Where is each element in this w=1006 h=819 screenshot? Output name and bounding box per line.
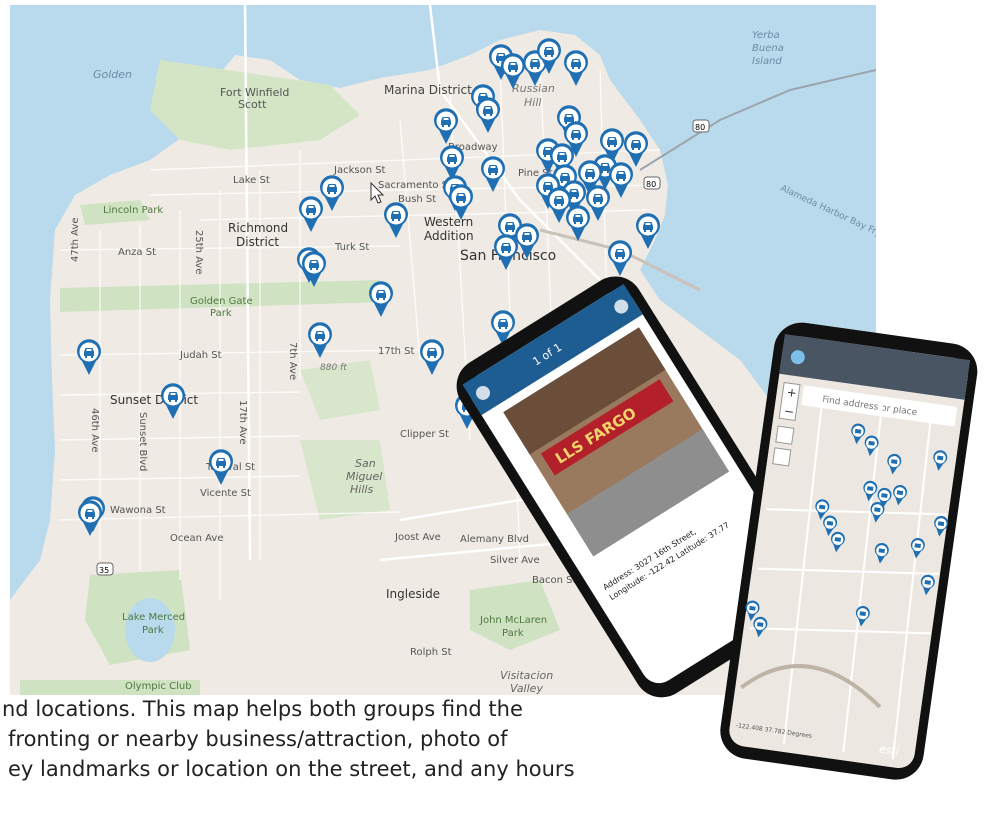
svg-text:Visitacion: Visitacion [500, 669, 553, 682]
caption-line-3: ey landmarks or location on the street, … [8, 757, 575, 781]
svg-text:Lake Merced: Lake Merced [122, 612, 185, 623]
svg-text:Hill: Hill [524, 96, 541, 109]
caption-line-1: nd locations. This map helps both groups… [2, 697, 523, 721]
svg-text:John McLaren: John McLaren [479, 615, 547, 626]
svg-text:Joost Ave: Joost Ave [394, 532, 441, 543]
svg-text:Ocean Ave: Ocean Ave [170, 533, 224, 544]
caption-line-2: fronting or nearby business/attraction, … [8, 727, 508, 751]
locate-icon [772, 447, 792, 467]
hwy-35-shield: 35 [96, 562, 114, 576]
hwy-80-shield: 80 [692, 119, 710, 133]
svg-text:Judah St: Judah St [179, 350, 222, 361]
label-sunset: Sunset District [110, 393, 198, 407]
svg-text:880 ft: 880 ft [320, 363, 347, 373]
label-lincoln-park: Lincoln Park [103, 205, 163, 216]
label-marina: Marina District [384, 83, 472, 97]
svg-text:80: 80 [695, 123, 705, 132]
svg-text:Rolph St: Rolph St [410, 647, 452, 658]
svg-text:+: + [786, 385, 798, 400]
description-text: nd locations. This map helps both groups… [0, 694, 690, 784]
svg-text:Clipper St: Clipper St [400, 429, 449, 440]
svg-text:Miguel: Miguel [346, 470, 382, 483]
svg-text:Silver Ave: Silver Ave [490, 555, 540, 566]
svg-text:Park: Park [502, 628, 524, 639]
label-richmond: Richmond [228, 221, 288, 235]
svg-text:25th Ave: 25th Ave [193, 230, 204, 275]
svg-text:Addition: Addition [424, 229, 474, 243]
svg-text:Russian: Russian [512, 82, 555, 95]
svg-text:47th Ave: 47th Ave [70, 218, 81, 263]
svg-text:Wawona St: Wawona St [110, 505, 166, 516]
home-icon [775, 425, 795, 445]
svg-text:17th Ave: 17th Ave [237, 400, 248, 445]
label-western-addition: Western [424, 215, 473, 229]
esri-logo: esri [878, 742, 900, 758]
svg-text:Yerba: Yerba [752, 30, 780, 41]
svg-text:46th Ave: 46th Ave [89, 408, 100, 453]
svg-text:Bush St: Bush St [398, 194, 436, 205]
svg-text:Olympic Club: Olympic Club [125, 681, 192, 692]
svg-text:Jackson St: Jackson St [333, 165, 386, 176]
svg-text:Sacramento St: Sacramento St [378, 180, 452, 191]
svg-text:Island: Island [752, 56, 782, 67]
svg-text:7th Ave: 7th Ave [287, 342, 298, 380]
svg-text:Bacon St: Bacon St [532, 575, 576, 586]
svg-text:District: District [236, 235, 279, 249]
svg-text:−: − [783, 404, 795, 419]
svg-text:Park: Park [210, 308, 232, 319]
svg-text:Anza St: Anza St [118, 247, 156, 258]
svg-text:Scott: Scott [238, 98, 267, 111]
svg-text:Park: Park [142, 625, 164, 636]
svg-text:Alemany Blvd: Alemany Blvd [460, 534, 529, 545]
svg-text:Lake St: Lake St [233, 175, 270, 186]
svg-text:80: 80 [646, 180, 656, 189]
svg-text:Turk St: Turk St [334, 242, 369, 253]
svg-text:Hills: Hills [350, 483, 373, 496]
svg-text:Vicente St: Vicente St [200, 488, 251, 499]
svg-text:35: 35 [99, 566, 109, 575]
label-golden-gate: Golden [93, 68, 132, 81]
svg-text:San: San [355, 457, 376, 470]
label-ingleside: Ingleside [386, 587, 440, 601]
svg-text:Buena: Buena [752, 43, 784, 54]
svg-text:17th St: 17th St [378, 346, 415, 357]
svg-text:Sunset Blvd: Sunset Blvd [137, 412, 148, 471]
svg-text:Golden Gate: Golden Gate [190, 296, 253, 307]
